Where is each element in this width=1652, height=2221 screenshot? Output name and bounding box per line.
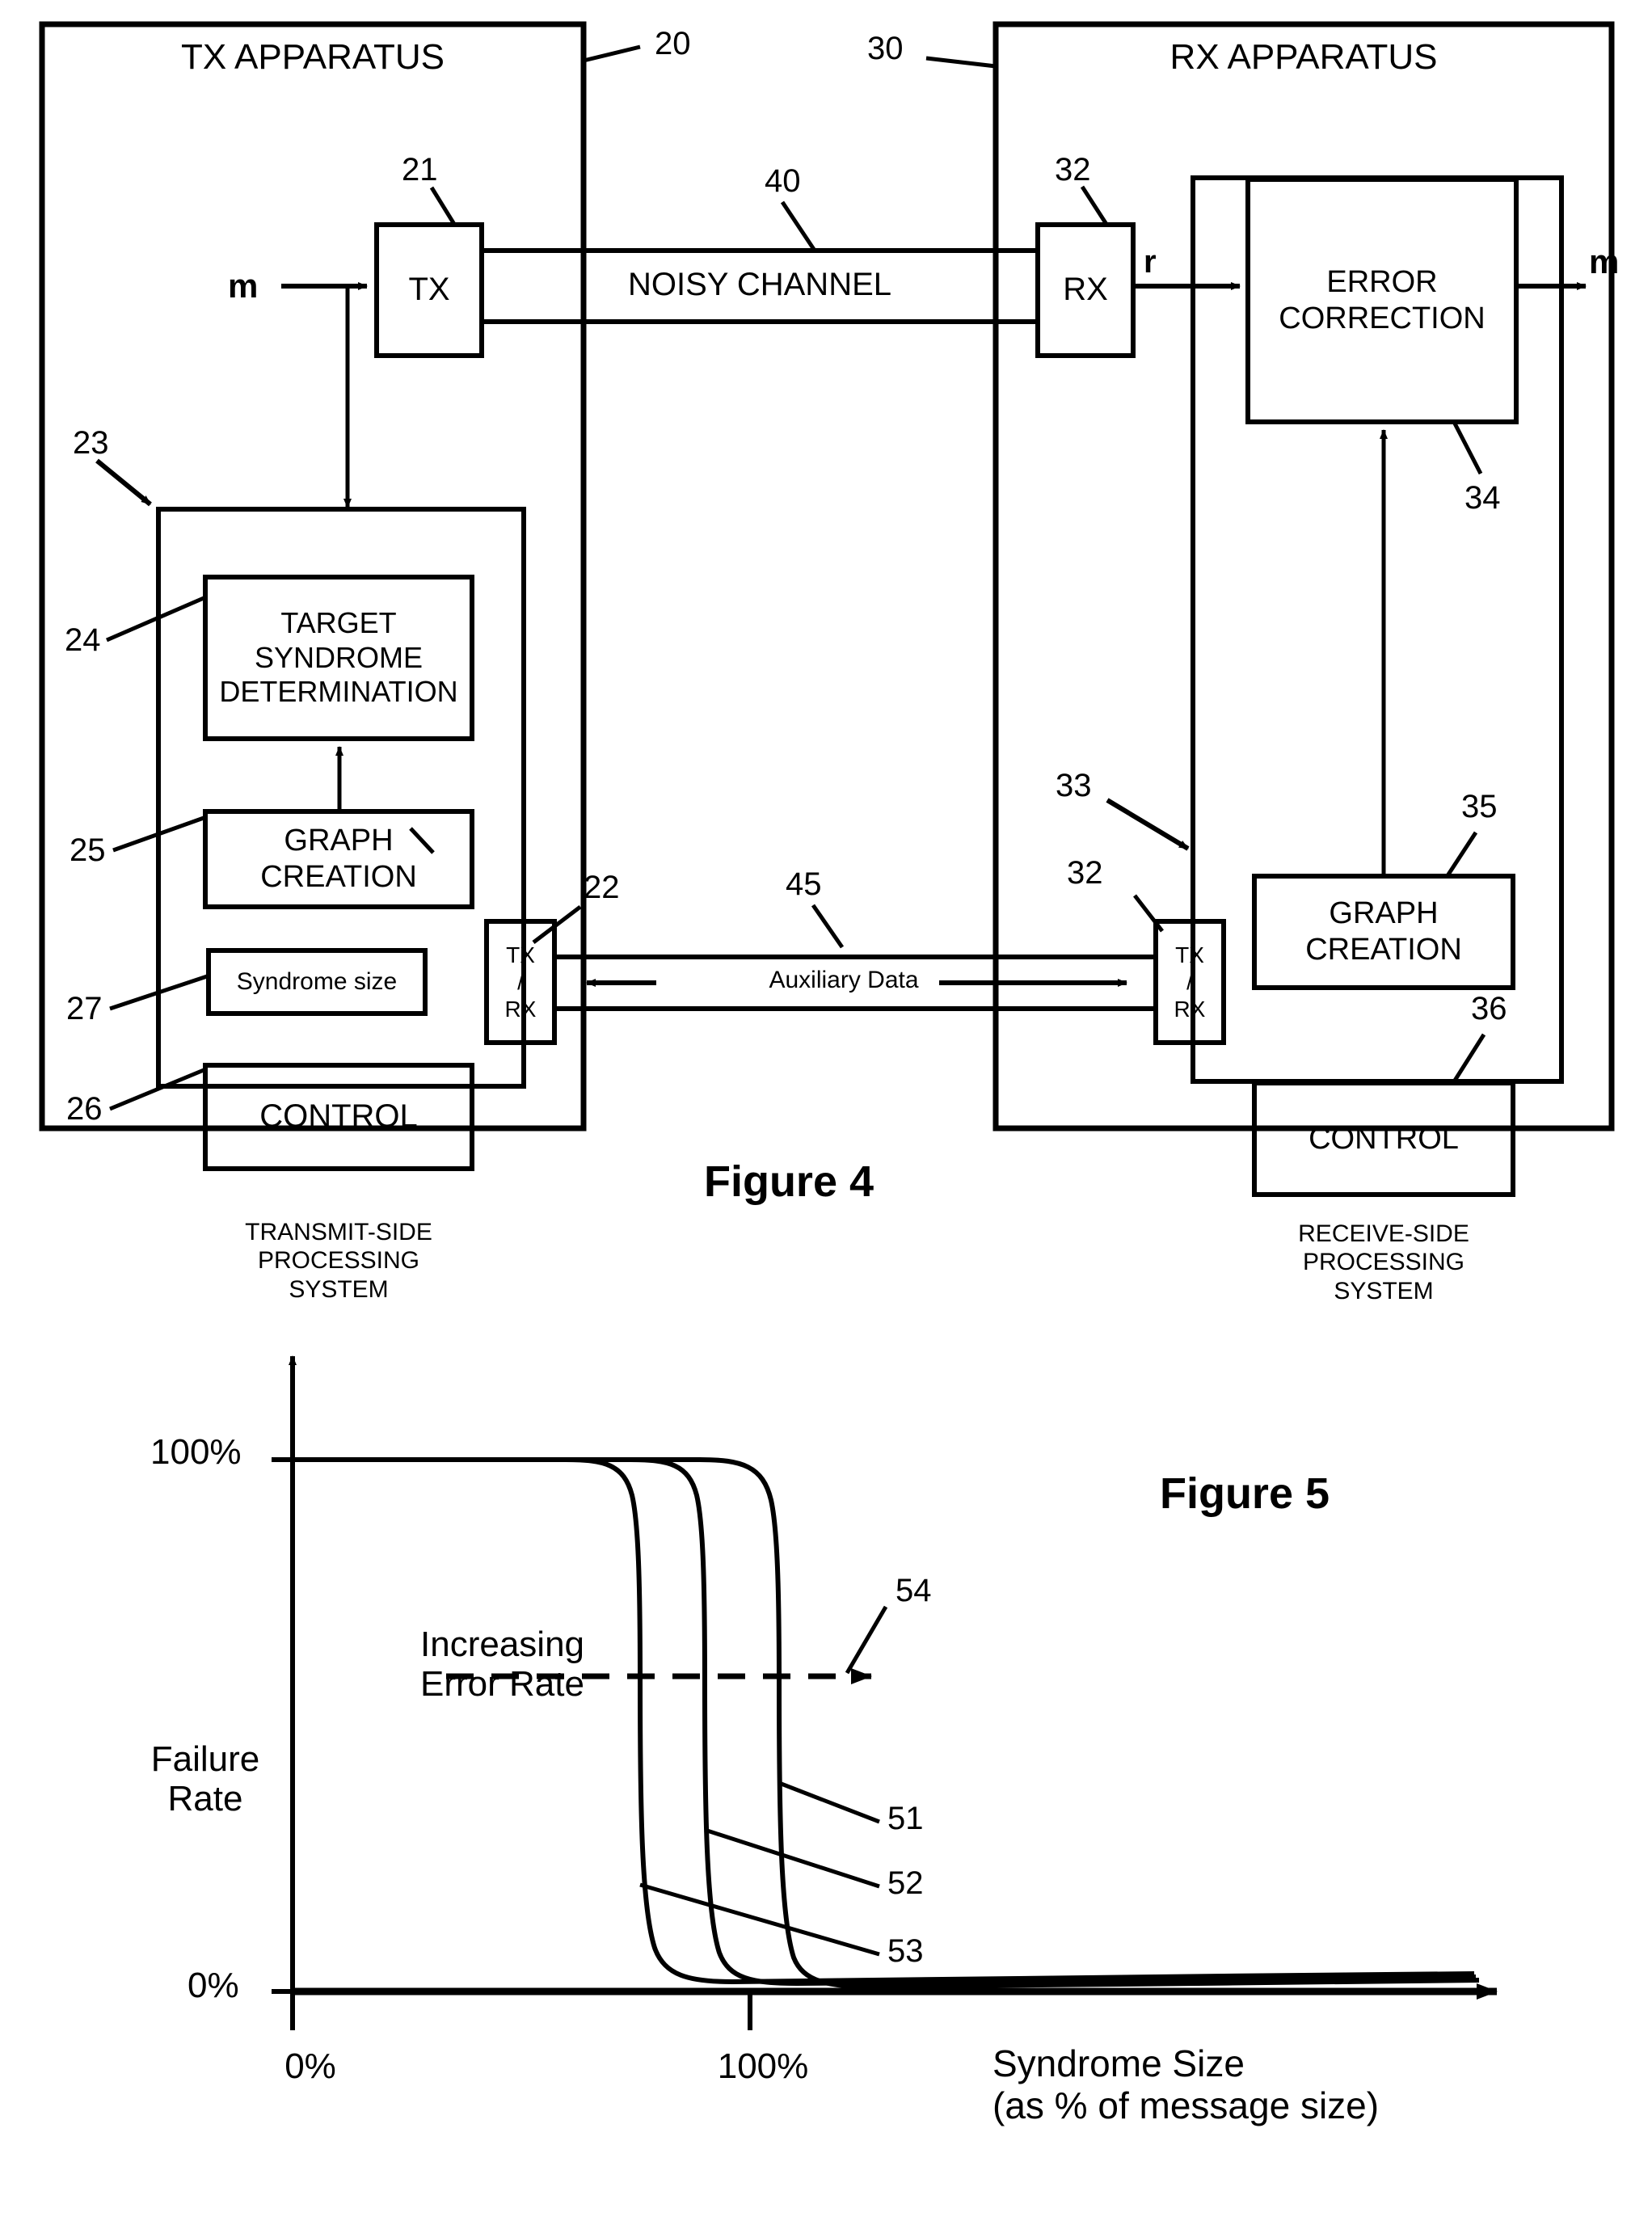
ref-40-label: 40 [765, 163, 801, 199]
rx-block-label: RX [1063, 272, 1108, 308]
ref-52-leader [704, 1827, 880, 1889]
increasing-error-rate-annotation: Increasing Error Rate [420, 1625, 585, 1705]
figure4-caption: Figure 4 [703, 1157, 874, 1206]
curve-51 [293, 1457, 1480, 1990]
receive-side-processing-caption: RECEIVE-SIDE PROCESSING SYSTEM [1298, 1220, 1469, 1304]
ref-23-label: 23 [73, 425, 109, 461]
y-axis-tick-0: 0% [188, 1966, 239, 2005]
y-axis-title: Failure Rate [150, 1739, 260, 1819]
ref-53-label: 53 [887, 1933, 924, 1969]
ref-32-top-leader [1080, 185, 1110, 227]
rx-txrx-label: TX / RX [1174, 942, 1206, 1022]
ref-24-label: 24 [65, 622, 101, 658]
patent-figure-sheet: TX APPARATUS 20 RX APPARATUS 30 TX 21 m … [0, 0, 1652, 2221]
ref-21-leader [429, 186, 457, 227]
tx-graph-creation-label: GRAPH CREATION [260, 824, 417, 894]
ref-45-label: 45 [786, 866, 822, 902]
tx-control-label: CONTROL [259, 1098, 418, 1135]
tx-txrx-label: TX / RX [504, 942, 537, 1022]
x-axis-tick-0: 0% [284, 2046, 336, 2086]
auxiliary-data-label: Auxiliary Data [769, 967, 919, 993]
tx-apparatus-title: TX APPARATUS [180, 37, 445, 77]
ref-52-label: 52 [887, 1865, 924, 1901]
target-syndrome-label: TARGET SYNDROME DETERMINATION [219, 606, 458, 709]
r-signal-label: r [1144, 244, 1157, 280]
ref-45-leader [811, 904, 845, 949]
tx-block-label: TX [408, 272, 450, 308]
ref-51-label: 51 [887, 1801, 924, 1836]
ref-36-leader [1451, 1033, 1486, 1085]
figure5-caption: Figure 5 [1159, 1469, 1330, 1518]
ref-53-leader [639, 1882, 880, 1957]
ref-22-label: 22 [584, 870, 620, 905]
transmit-side-processing-caption: TRANSMIT-SIDE PROCESSING SYSTEM [245, 1218, 432, 1303]
rx-control-label: CONTROL [1309, 1121, 1459, 1156]
ref-30-label: 30 [867, 31, 904, 66]
ref-23-arrow [95, 458, 152, 507]
ref-33-label: 33 [1056, 768, 1092, 803]
ref-54-leader [845, 1605, 888, 1675]
ref-32-bottom-label: 32 [1067, 855, 1103, 891]
ref-35-label: 35 [1461, 789, 1498, 824]
ref-27-label: 27 [66, 991, 103, 1026]
ref-26-label: 26 [66, 1091, 103, 1127]
ref-34-label: 34 [1464, 480, 1501, 516]
x-axis-tick-100: 100% [717, 2046, 809, 2086]
ref-24-leader [106, 596, 204, 643]
ref-20-leader [583, 44, 641, 63]
ref-34-leader [1452, 422, 1483, 475]
rx-graph-creation-label: GRAPH CREATION [1305, 896, 1462, 967]
ref-54-label: 54 [896, 1573, 932, 1608]
ref-30-leader [925, 56, 997, 69]
x-axis-title: Syndrome Size (as % of message size) [992, 2042, 1380, 2126]
y-axis-tick-100: 100% [150, 1432, 242, 1472]
ref-21-label: 21 [402, 152, 438, 188]
ref-32-top-label: 32 [1055, 152, 1091, 188]
rx-apparatus-title: RX APPARATUS [1169, 37, 1438, 77]
curve-53 [293, 1457, 1475, 1985]
noisy-channel-label: NOISY CHANNEL [627, 267, 892, 302]
m-input-label: m [228, 267, 259, 305]
m-output-label: m [1589, 242, 1620, 280]
ref-40-leader [780, 200, 817, 252]
syndrome-size-label: Syndrome size [236, 968, 398, 996]
curve-52 [293, 1457, 1477, 1987]
ref-36-label: 36 [1471, 991, 1507, 1026]
ref-33-arrow [1106, 798, 1190, 851]
ref-20-label: 20 [655, 26, 691, 61]
ref-35-leader [1444, 831, 1478, 879]
ref-51-leader [778, 1781, 880, 1824]
ref-25-label: 25 [70, 832, 106, 868]
error-correction-label: ERROR CORRECTION [1279, 265, 1486, 335]
